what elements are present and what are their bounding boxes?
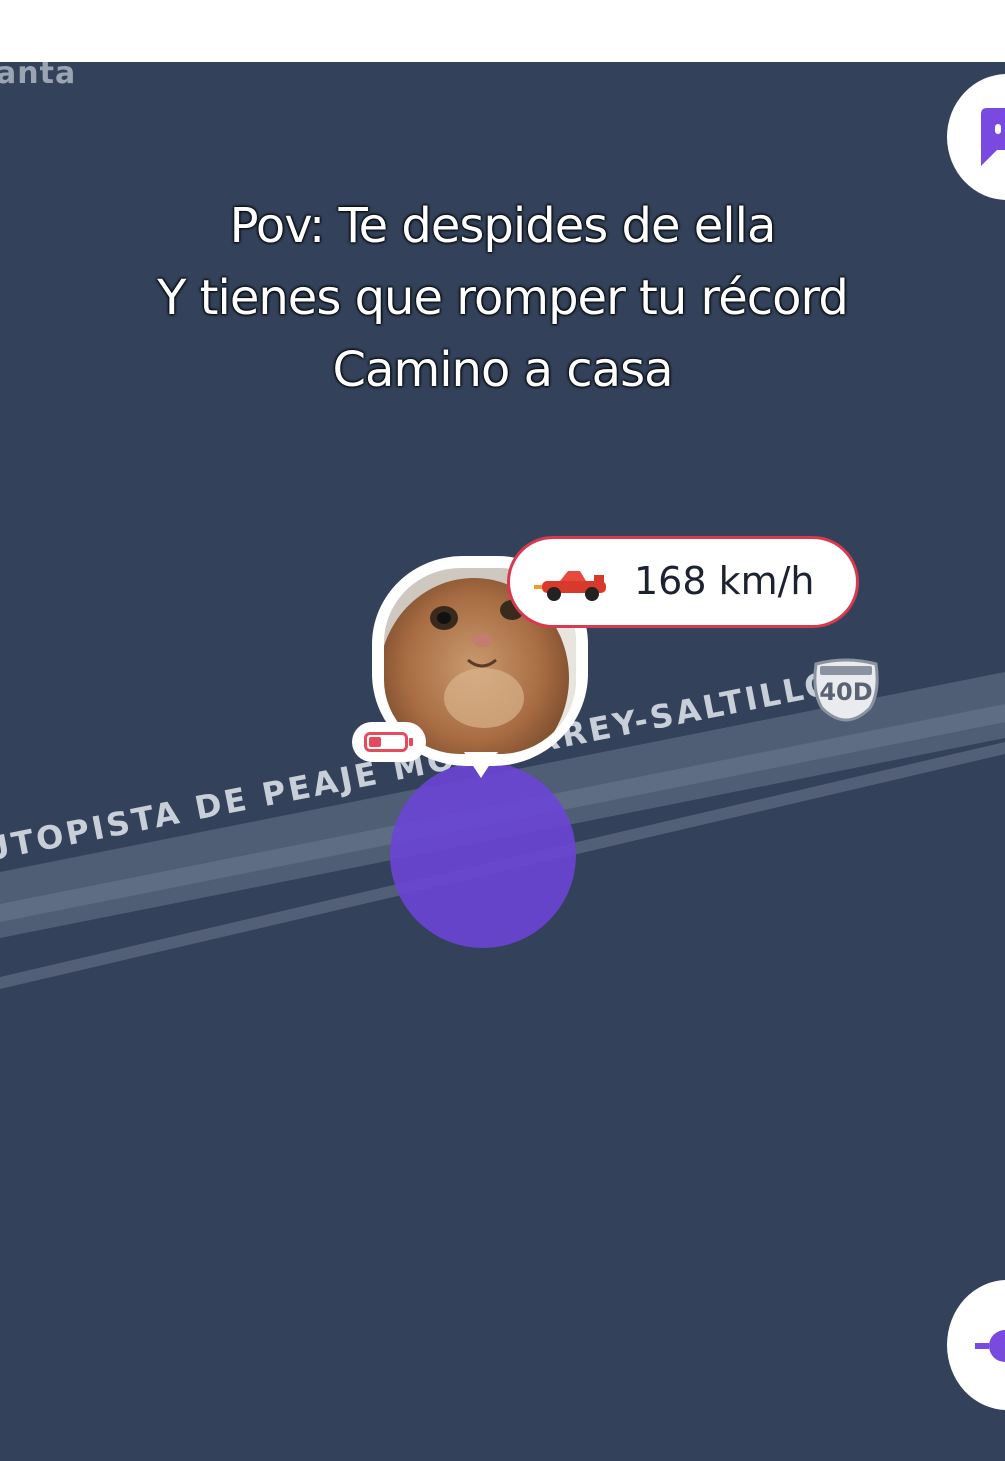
chat-icon xyxy=(981,108,1005,166)
marker-pointer xyxy=(464,752,498,778)
caption-line-3: Camino a casa xyxy=(332,342,674,398)
low-battery-icon xyxy=(352,722,426,762)
highway-shield-icon: 40D xyxy=(810,658,882,722)
highway-shield-number: 40D xyxy=(819,678,873,706)
caption-line-1: Pov: Te despides de ella xyxy=(229,198,777,254)
caption-line-2: Y tienes que romper tu récord xyxy=(157,270,849,326)
race-car-icon xyxy=(534,571,606,601)
locate-icon xyxy=(975,1330,1005,1362)
speed-badge: 168 km/h xyxy=(507,536,859,628)
speed-value: 168 km/h xyxy=(634,559,815,603)
location-dot xyxy=(390,762,576,948)
video-caption: Pov: Te despides de ella Y tienes que ro… xyxy=(0,190,1005,406)
